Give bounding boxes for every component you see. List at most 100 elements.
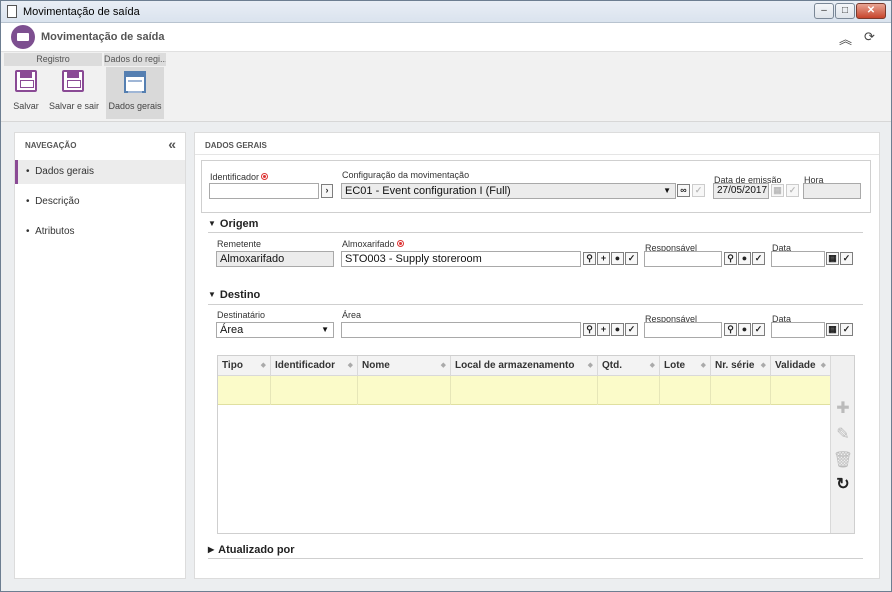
- responsavel-input[interactable]: [644, 251, 722, 267]
- table-row[interactable]: [218, 376, 831, 405]
- clear-icon[interactable]: ✓: [625, 323, 638, 336]
- general-data-ribbon-button[interactable]: Dados gerais: [106, 67, 164, 119]
- origem-section-toggle[interactable]: ▼ Origem: [208, 218, 258, 230]
- sort-icon: ◆: [760, 362, 766, 369]
- column-header-local[interactable]: Local de armazenamento ◆: [451, 356, 598, 376]
- ribbon-group-registro: Registro: [4, 53, 102, 66]
- hora-input[interactable]: [803, 183, 861, 199]
- data-input[interactable]: [771, 251, 825, 267]
- maximize-button[interactable]: □: [835, 3, 855, 19]
- search-icon[interactable]: ⚲: [583, 323, 596, 336]
- add-icon[interactable]: +: [597, 252, 610, 265]
- area-input[interactable]: [341, 322, 581, 338]
- atualizado-por-toggle[interactable]: ▶ Atualizado por: [208, 544, 295, 556]
- required-icon: [396, 240, 404, 247]
- search-icon[interactable]: ⚲: [724, 323, 737, 336]
- origem-title: Origem: [219, 218, 259, 230]
- column-header-validade[interactable]: Validade ◆: [771, 356, 831, 376]
- column-header-nr-serie[interactable]: Nr. série ◆: [711, 356, 771, 376]
- clear-icon[interactable]: ✓: [840, 252, 853, 265]
- calendar-icon[interactable]: ▦: [826, 323, 839, 336]
- sort-icon: ◆: [820, 362, 826, 369]
- almoxarifado-input[interactable]: STO003 - Supply storeroom: [341, 251, 581, 267]
- clear-icon[interactable]: ✓: [840, 323, 853, 336]
- nav-item-label: Atributos: [35, 226, 75, 237]
- table-cell: [218, 376, 271, 405]
- sort-icon: ◆: [347, 362, 353, 369]
- section-heading: DADOS GERAIS: [205, 141, 267, 150]
- sort-icon: ◆: [649, 362, 655, 369]
- destino-title: Destino: [219, 289, 261, 301]
- save-icon: [15, 70, 37, 92]
- table-cell: [711, 376, 771, 405]
- app-title: Movimentação de saída: [41, 31, 165, 43]
- save-and-exit-button[interactable]: Salvar e sair: [47, 67, 101, 119]
- trash-icon: 🗑: [832, 452, 854, 469]
- column-header-tipo[interactable]: Tipo ◆: [218, 356, 271, 376]
- remetente-label: Remetente: [217, 239, 262, 249]
- clear-icon[interactable]: ✓: [625, 252, 638, 265]
- items-grid: Tipo ◆ Identificador ◆ Nome ◆ Local de arma…: [217, 355, 855, 534]
- column-header-lote[interactable]: Lote ◆: [660, 356, 711, 376]
- identificador-input[interactable]: [209, 183, 319, 199]
- add-icon[interactable]: +: [597, 323, 610, 336]
- column-header-qtd[interactable]: Qtd. ◆: [598, 356, 660, 376]
- clear-icon[interactable]: ✓: [752, 323, 765, 336]
- clear-icon: ✓: [692, 184, 705, 197]
- table-cell: [271, 376, 358, 405]
- app-header: Movimentação de saída ︽ ⟳: [1, 23, 891, 52]
- clear-icon[interactable]: ✓: [752, 252, 765, 265]
- calendar-icon: ▦: [771, 184, 784, 197]
- area-label: Área: [342, 310, 362, 320]
- binoculars-icon[interactable]: ∞: [677, 184, 690, 197]
- data-emissao-input[interactable]: 27/05/2017: [713, 183, 769, 199]
- nav-item-atributos[interactable]: • Atributos: [15, 220, 185, 244]
- almoxarifado-label: Almoxarifado: [342, 239, 404, 249]
- user-icon[interactable]: ●: [611, 323, 624, 336]
- form-icon: [124, 71, 146, 93]
- table-cell: [598, 376, 660, 405]
- remetente-input[interactable]: Almoxarifado: [216, 251, 334, 267]
- destino-section-toggle[interactable]: ▼ Destino: [208, 289, 260, 301]
- minimize-button[interactable]: –: [814, 3, 834, 19]
- user-icon[interactable]: ●: [738, 323, 751, 336]
- nav-item-descricao[interactable]: • Descrição: [15, 190, 185, 214]
- chevron-right-icon[interactable]: ›: [321, 184, 333, 198]
- triangle-right-icon: ▶: [208, 545, 215, 554]
- window: Movimentação de saída – □ ✕ Movimentação…: [0, 0, 892, 592]
- ribbon: Registro Dados do regi... Salvar Salvar …: [1, 52, 891, 122]
- save-button[interactable]: Salvar: [7, 67, 45, 119]
- atualizado-por-title: Atualizado por: [218, 544, 295, 556]
- triangle-down-icon: ▼: [208, 290, 216, 299]
- user-icon[interactable]: ●: [611, 252, 624, 265]
- divider: [208, 232, 863, 233]
- data-input[interactable]: [771, 322, 825, 338]
- calendar-icon[interactable]: ▦: [826, 252, 839, 265]
- collapse-left-icon[interactable]: «: [168, 136, 176, 152]
- collapse-up-icon[interactable]: ︽: [839, 29, 852, 48]
- column-header-identificador[interactable]: Identificador ◆: [271, 356, 358, 376]
- destinatario-select[interactable]: Área ▼: [216, 322, 334, 338]
- search-icon[interactable]: ⚲: [583, 252, 596, 265]
- divider: [208, 304, 863, 305]
- divider: [195, 154, 879, 155]
- sort-icon: ◆: [700, 362, 706, 369]
- config-select[interactable]: EC01 - Event configuration I (Full) ▼: [341, 183, 676, 199]
- responsavel-input[interactable]: [644, 322, 722, 338]
- user-icon[interactable]: ●: [738, 252, 751, 265]
- general-data-ribbon-label: Dados gerais: [108, 101, 162, 111]
- sort-icon: ◆: [587, 362, 593, 369]
- config-value: EC01 - Event configuration I (Full): [345, 185, 511, 197]
- identificador-label: Identificador: [210, 172, 269, 182]
- triangle-down-icon: ▼: [208, 219, 216, 228]
- refresh-icon[interactable]: ⟳: [864, 29, 875, 45]
- title-bar: Movimentação de saída – □ ✕: [1, 1, 891, 23]
- required-icon: [261, 173, 269, 180]
- navigation-panel: NAVEGAÇÃO « • Dados gerais • Descrição •…: [14, 132, 186, 579]
- nav-item-dados-gerais[interactable]: • Dados gerais: [15, 160, 185, 184]
- search-icon[interactable]: ⚲: [724, 252, 737, 265]
- close-button[interactable]: ✕: [856, 3, 886, 19]
- refresh-icon[interactable]: ↻: [831, 474, 855, 494]
- save-exit-label: Salvar e sair: [48, 101, 100, 111]
- column-header-nome[interactable]: Nome ◆: [358, 356, 451, 376]
